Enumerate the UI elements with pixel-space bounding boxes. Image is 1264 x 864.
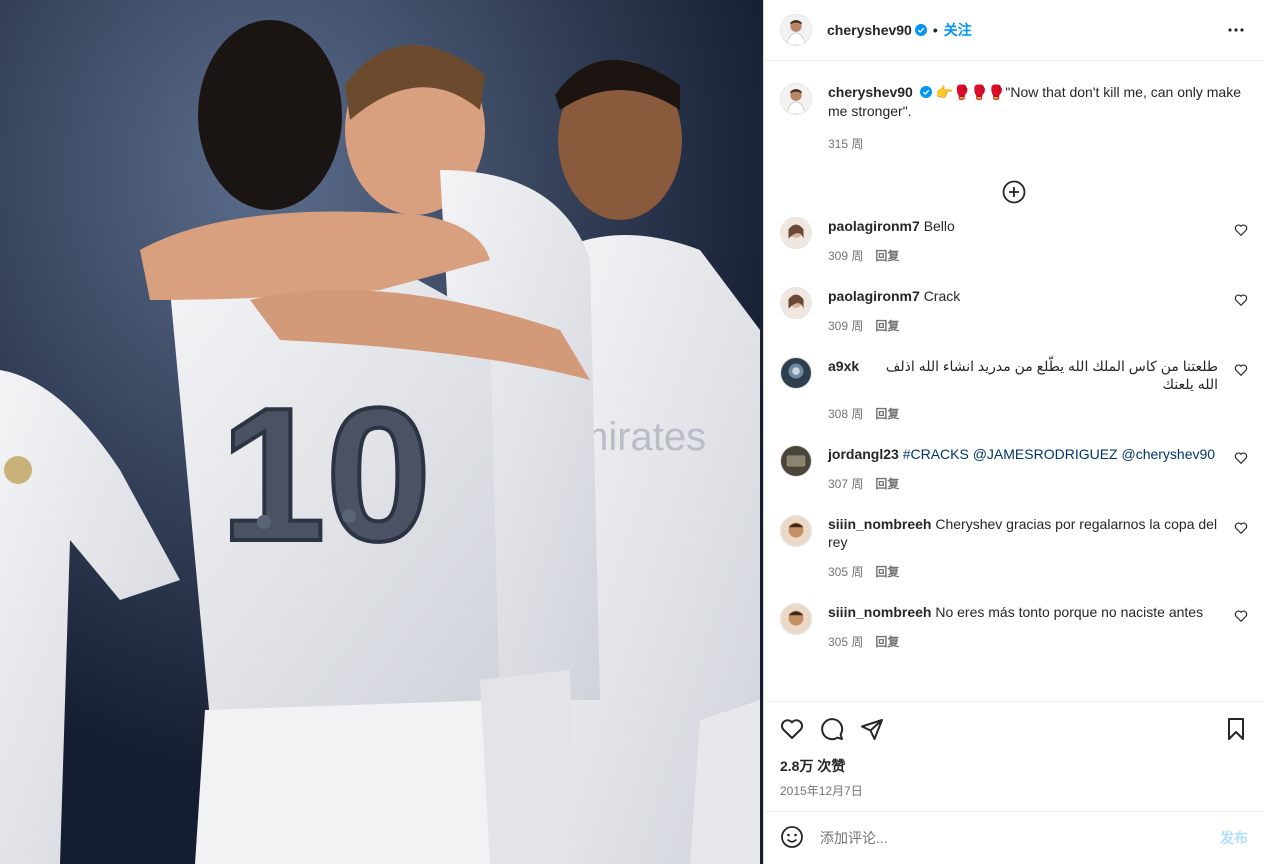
post-actions: 2.8万 次赞 2015年12月7日 [764, 701, 1264, 811]
reply-button[interactable]: 回复 [875, 405, 899, 423]
add-comment-bar: 发布 [764, 811, 1264, 864]
comment-username[interactable]: siiin_nombreeh [828, 516, 931, 532]
commenter-avatar[interactable] [780, 603, 812, 635]
plus-circle-icon [1002, 180, 1026, 207]
commenter-avatar[interactable] [780, 515, 812, 547]
follow-button[interactable]: 关注 [944, 20, 972, 40]
avatar-image [781, 15, 811, 45]
reply-button[interactable]: 回复 [875, 247, 899, 265]
comment-like-icon[interactable] [1234, 293, 1248, 307]
comment-item: paolagironm7 Crack 309 周回复 [780, 287, 1248, 335]
author-avatar[interactable] [780, 14, 812, 46]
comment-text: طلعتنا من كاس الملك الله يطّلع من مدريد … [885, 358, 1218, 392]
comment-age: 309 周 [828, 319, 864, 333]
caption-username[interactable]: cheryshev90 [828, 84, 913, 100]
commenter-avatar[interactable] [780, 445, 812, 477]
comment-age: 309 周 [828, 249, 864, 263]
likes-count[interactable]: 2.8万 次赞 [780, 756, 1248, 776]
commenter-avatar[interactable] [780, 357, 812, 389]
reply-button[interactable]: 回复 [875, 633, 899, 651]
bookmark-icon[interactable] [1224, 717, 1248, 741]
post-dialog: mirates 10 cheryshev90 • 关注 cheryshev90 … [0, 0, 1264, 864]
comment-username[interactable]: paolagironm7 [828, 288, 920, 304]
verified-badge-icon [917, 84, 936, 100]
reply-button[interactable]: 回复 [875, 317, 899, 335]
comment-age: 307 周 [828, 477, 864, 491]
commenter-avatar[interactable] [780, 287, 812, 319]
avatar-image [781, 84, 811, 114]
emoji-icon[interactable] [780, 825, 804, 852]
post-side-panel: cheryshev90 • 关注 cheryshev90 👉🥊🥊🥊"Now th… [763, 0, 1264, 864]
author-username[interactable]: cheryshev90 [827, 22, 912, 38]
avatar-image [781, 218, 811, 248]
heart-icon[interactable] [780, 717, 804, 741]
comment-like-icon[interactable] [1234, 451, 1248, 465]
comment-text: Crack [923, 288, 961, 304]
comment-text: No eres más tonto porque no naciste ante… [935, 604, 1204, 620]
comment-like-icon[interactable] [1234, 223, 1248, 237]
comment-username[interactable]: a9xk [828, 357, 859, 375]
comment-username[interactable]: siiin_nombreeh [828, 604, 931, 620]
comment-text: Bello [923, 218, 955, 234]
post-photo[interactable]: mirates 10 [0, 0, 763, 864]
comment-like-icon[interactable] [1234, 363, 1248, 377]
comment-item: a9xk طلعتنا من كاس الملك الله يطّلع من م… [780, 357, 1248, 423]
post-date: 2015年12月7日 [780, 784, 863, 798]
svg-text:10: 10 [220, 369, 431, 581]
comment-item: siiin_nombreeh Cheryshev gracias por reg… [780, 515, 1248, 581]
comment-icon[interactable] [820, 717, 844, 741]
verified-badge-icon [912, 22, 927, 38]
comment-item: siiin_nombreeh No eres más tonto porque … [780, 603, 1248, 651]
caption-age: 315 周 [828, 137, 864, 151]
comment-item: jordangl23 #CRACKS @JAMESRODRIGUEZ @cher… [780, 445, 1248, 493]
post-header: cheryshev90 • 关注 [764, 0, 1264, 61]
avatar-image [781, 604, 811, 634]
more-options-icon[interactable] [1224, 18, 1248, 42]
comment-age: 305 周 [828, 565, 864, 579]
avatar-image [781, 446, 811, 476]
comment-like-icon[interactable] [1234, 521, 1248, 535]
caption-emojis: 👉🥊🥊🥊 [935, 84, 1006, 100]
comment-input[interactable] [820, 830, 1220, 846]
separator-dot: • [932, 22, 938, 38]
load-more-comments-button[interactable] [780, 173, 1248, 213]
avatar-image [781, 516, 811, 546]
comments-list[interactable]: cheryshev90 👉🥊🥊🥊"Now that don't kill me,… [764, 61, 1264, 701]
reply-button[interactable]: 回复 [875, 563, 899, 581]
comment-username[interactable]: jordangl23 [828, 446, 899, 462]
comment-age: 305 周 [828, 635, 864, 649]
comment-age: 308 周 [828, 407, 864, 421]
reply-button[interactable]: 回复 [875, 475, 899, 493]
commenter-avatar[interactable] [780, 217, 812, 249]
comment-text: #CRACKS @JAMESRODRIGUEZ @cheryshev90 [902, 446, 1216, 462]
svg-text:mirates: mirates [575, 415, 706, 459]
avatar-image [781, 358, 811, 388]
caption-avatar[interactable] [780, 83, 812, 115]
post-comment-button[interactable]: 发布 [1220, 828, 1248, 848]
comment-username[interactable]: paolagironm7 [828, 218, 920, 234]
avatar-image [781, 288, 811, 318]
comment-like-icon[interactable] [1234, 609, 1248, 623]
post-caption: cheryshev90 👉🥊🥊🥊"Now that don't kill me,… [780, 61, 1248, 154]
comment-item: paolagironm7 Bello 309 周回复 [780, 217, 1248, 265]
send-icon[interactable] [860, 717, 884, 741]
photo-illustration: mirates 10 [0, 0, 763, 864]
